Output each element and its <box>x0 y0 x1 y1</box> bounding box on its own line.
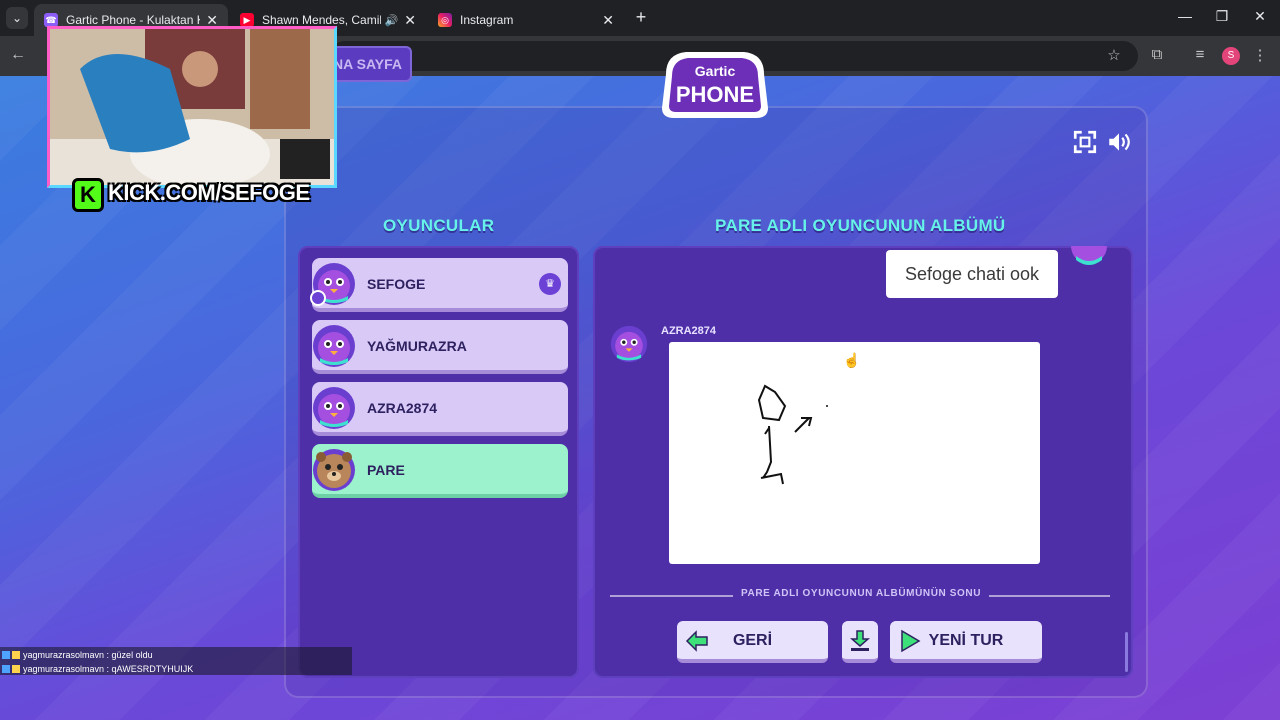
tab-title: Shawn Mendes, Camila Cab <box>262 13 381 27</box>
speaker-icon[interactable]: 🔊 <box>385 14 399 27</box>
profile-avatar[interactable]: S <box>1222 47 1240 65</box>
chat-line: yagmurazrasolmavn : qAWESRDTYHUIJK <box>2 662 193 675</box>
bear-avatar-icon <box>313 449 355 491</box>
new-round-button[interactable]: YENİ TUR <box>890 621 1042 663</box>
new-round-button-label: YENİ TUR <box>928 632 1004 649</box>
webcam-overlay <box>47 26 337 188</box>
webcam-feed <box>50 29 334 185</box>
player-name: AZRA2874 <box>367 400 438 416</box>
back-button-label: GERİ <box>732 632 773 649</box>
tab-close-icon[interactable]: ✕ <box>404 12 416 29</box>
phone-icon: ☎ <box>44 13 58 27</box>
drawing-author-name: AZRA2874 <box>661 325 717 337</box>
player-card-pare: PARE <box>312 444 568 498</box>
player-name: YAĞMURAZRA <box>367 338 467 354</box>
back-arrow-icon[interactable]: ← <box>10 46 26 64</box>
new-tab-button[interactable]: + <box>632 8 650 26</box>
player-name: SEFOGE <box>367 276 426 292</box>
chat-line: yagmurazrasolmavn : güzel oldu <box>2 648 153 661</box>
media-controls-icon[interactable]: ≡ <box>1190 46 1210 63</box>
tab-close-icon[interactable]: ✕ <box>602 12 614 29</box>
platform-icon <box>2 664 10 673</box>
restore-button[interactable]: ❐ <box>1212 8 1232 25</box>
chat-message: qAWESRDTYHUIJK <box>111 663 194 674</box>
hand-cursor-icon: ☝ <box>843 352 861 368</box>
gartic-phone-logo: Gartic PHONE <box>662 52 768 118</box>
volume-icon[interactable] <box>1106 129 1132 155</box>
bird-avatar-icon <box>313 387 355 429</box>
download-button[interactable] <box>842 621 878 663</box>
player-card-sefoge: SEFOGE ♛ <box>310 258 568 312</box>
chat-user: yagmurazrasolmavn <box>23 663 105 674</box>
kick-logo: K <box>72 178 104 212</box>
kick-channel-text: KICK.COM/SEFOGE <box>108 180 310 205</box>
fullscreen-icon[interactable] <box>1072 129 1098 155</box>
platform-icon <box>2 650 10 659</box>
drawing-canvas <box>669 342 1040 564</box>
extensions-icon[interactable]: ⧉ <box>1147 46 1167 63</box>
player-name: PARE <box>367 462 405 478</box>
chat-message: güzel oldu <box>111 649 153 660</box>
bookmark-star-icon[interactable]: ☆ <box>1104 46 1124 64</box>
badge-icon <box>12 664 20 673</box>
back-button[interactable]: GERİ <box>677 621 828 663</box>
tab-title: Gartic Phone - Kulaktan Kulağa <box>66 13 200 27</box>
crown-icon: ♛ <box>539 273 561 295</box>
bird-avatar-icon <box>1071 246 1107 265</box>
album-end-label: PARE ADLI OYUNCUNUN ALBÜMÜNÜN SONU <box>733 588 990 599</box>
close-window-button[interactable]: ✕ <box>1250 8 1270 25</box>
stick-figure-drawing <box>757 384 828 485</box>
tab-instagram[interactable]: ◎ Instagram ✕ <box>428 4 624 36</box>
badge-icon <box>12 650 20 659</box>
tab-search-button[interactable]: ⌄ <box>6 7 28 29</box>
minimize-button[interactable]: — <box>1175 8 1195 24</box>
album-title: PARE ADLI OYUNCUNUN ALBÜMÜ <box>715 216 1006 235</box>
instagram-icon: ◎ <box>438 13 452 27</box>
chat-user: yagmurazrasolmavn <box>23 649 105 660</box>
logo-bottom-text: PHONE <box>676 82 754 107</box>
logo-top-text: Gartic <box>695 63 736 79</box>
user-badge-icon <box>310 290 326 306</box>
previous-text-bubble: Sefoge chati ook <box>886 250 1058 298</box>
album-scrollbar[interactable] <box>1125 632 1128 672</box>
download-icon <box>850 630 870 651</box>
stream-chat-overlay: yagmurazrasolmavn : güzel oldu yagmurazr… <box>0 647 352 675</box>
bird-avatar-icon <box>313 325 355 367</box>
youtube-icon: ▶ <box>240 13 254 27</box>
menu-dots-icon[interactable]: ⋮ <box>1250 46 1270 64</box>
bird-avatar-icon <box>610 325 648 363</box>
players-title: OYUNCULAR <box>383 216 495 235</box>
player-card-azra2874: AZRA2874 <box>312 382 568 436</box>
tab-title: Instagram <box>460 13 514 27</box>
player-card-yagmurazra: YAĞMURAZRA <box>312 320 568 374</box>
